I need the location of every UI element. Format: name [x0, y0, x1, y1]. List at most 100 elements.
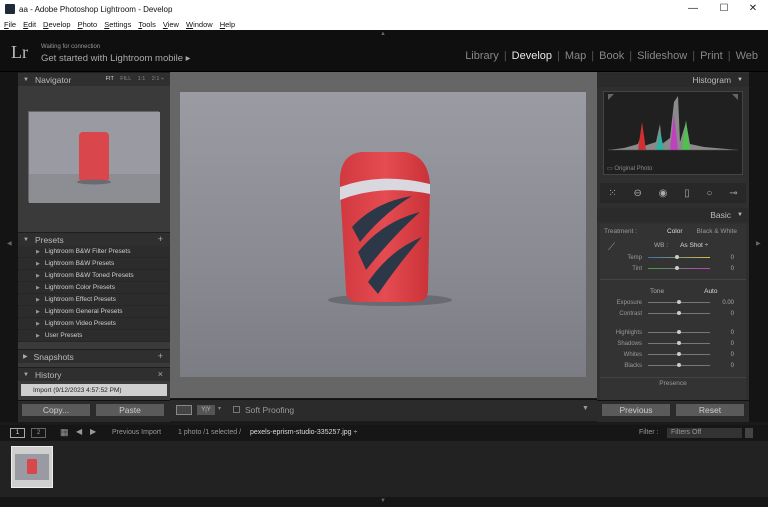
right-panel-collapse-arrow-icon[interactable]: ▶ [756, 240, 761, 247]
lightroom-mobile-link[interactable]: Get started with Lightroom mobile ▸ [41, 53, 190, 64]
filename-label[interactable]: pexels-eprism-studio-335257.jpg ÷ [250, 429, 357, 436]
shadows-slider[interactable]: Shadows 0 [600, 338, 746, 349]
before-after-view-icon[interactable]: Y|Y [197, 405, 215, 415]
exposure-slider[interactable]: Exposure 0.00 [600, 297, 746, 308]
wb-dropdown[interactable]: As Shot ÷ [680, 242, 708, 249]
presets-list: ▶ Lightroom B&W Filter Presets ▶ Lightroom… [18, 246, 170, 342]
preset-folder[interactable]: ▶ User Presets [18, 330, 170, 342]
clear-history-icon[interactable]: × [158, 369, 163, 379]
module-develop[interactable]: Develop [512, 50, 552, 62]
reset-button[interactable]: Reset [675, 403, 745, 417]
primary-window-button[interactable]: 1 [10, 428, 25, 438]
menu-photo[interactable]: Photo [78, 20, 98, 29]
module-picker: Library | Develop | Map | Book | Slideshow | … [465, 50, 758, 62]
filter-lock-icon[interactable] [745, 428, 753, 438]
filmstrip-thumbnail[interactable] [11, 446, 53, 488]
preset-folder[interactable]: ▶ Lightroom Color Presets [18, 282, 170, 294]
module-web[interactable]: Web [736, 50, 758, 62]
adjustment-brush-icon[interactable]: ⊸ [729, 188, 737, 199]
copy-button[interactable]: Copy... [21, 403, 91, 417]
contrast-slider[interactable]: Contrast 0 [600, 308, 746, 319]
graduated-filter-icon[interactable]: ▯ [684, 188, 690, 199]
menu-develop[interactable]: Develop [43, 20, 71, 29]
menu-bar: File Edit Develop Photo Settings Tools V… [0, 18, 768, 30]
blacks-slider[interactable]: Blacks 0 [600, 360, 746, 371]
preset-folder[interactable]: ▶ Lightroom B&W Toned Presets [18, 270, 170, 282]
preset-folder[interactable]: ▶ Lightroom General Presets [18, 306, 170, 318]
histogram-graph [604, 92, 742, 174]
toolbar-menu-chevron-icon[interactable]: ▼ [582, 405, 589, 412]
expand-triangle-icon: ▶ [36, 320, 40, 327]
zoom-2-1[interactable]: 2:1 ÷ [152, 76, 164, 82]
loupe-view-icon[interactable] [176, 405, 192, 415]
preset-folder[interactable]: ▶ Lightroom Video Presets [18, 318, 170, 330]
radial-filter-icon[interactable]: ○ [706, 188, 712, 199]
treatment-color[interactable]: Color [667, 228, 683, 235]
snapshots-header[interactable]: ▶ Snapshots + [18, 349, 170, 363]
auto-tone-button[interactable]: Auto [704, 288, 717, 295]
left-panel-collapse-arrow-icon[interactable]: ◀ [7, 240, 12, 247]
chevron-down-icon[interactable]: ▾ [218, 405, 221, 412]
history-item[interactable]: Import (9/12/2023 4:57:52 PM) [21, 384, 167, 396]
zoom-fill[interactable]: FILL [120, 76, 131, 82]
filmstrip-collapse-arrow-icon[interactable]: ▼ [380, 498, 386, 504]
temp-slider[interactable]: Temp 0 [600, 252, 746, 263]
secondary-window-button[interactable]: 2 [31, 428, 46, 438]
navigator-preview[interactable] [28, 111, 160, 203]
histogram-header[interactable]: Histogram ▼ [597, 73, 749, 87]
crop-icon[interactable]: ⁙ [608, 188, 616, 199]
add-snapshot-icon[interactable]: + [158, 351, 163, 361]
module-library[interactable]: Library [465, 50, 499, 62]
basic-header[interactable]: Basic ▼ [597, 208, 749, 222]
module-book[interactable]: Book [599, 50, 624, 62]
menu-view[interactable]: View [163, 20, 179, 29]
add-preset-icon[interactable]: + [158, 234, 163, 244]
lr-logo: Lr [11, 42, 28, 62]
tint-slider[interactable]: Tint 0 [600, 263, 746, 274]
main-photo[interactable] [180, 92, 586, 377]
expand-triangle-icon: ▶ [23, 354, 28, 360]
spot-removal-icon[interactable]: ⊖ [634, 188, 642, 199]
module-print[interactable]: Print [700, 50, 723, 62]
menu-edit[interactable]: Edit [23, 20, 36, 29]
paste-button[interactable]: Paste [95, 403, 165, 417]
previous-button[interactable]: Previous [601, 403, 671, 417]
menu-settings[interactable]: Settings [104, 20, 131, 29]
forward-arrow-icon[interactable]: ▶ [90, 427, 96, 436]
menu-tools[interactable]: Tools [138, 20, 156, 29]
navigator-header[interactable]: ▼ Navigator FIT FILL 1:1 2:1 ÷ [18, 72, 170, 86]
menu-window[interactable]: Window [186, 20, 213, 29]
treatment-label: Treatment : [604, 227, 637, 235]
grid-view-icon[interactable]: ▦ [60, 427, 69, 438]
back-arrow-icon[interactable]: ◀ [76, 427, 82, 436]
collapse-triangle-icon: ▼ [23, 371, 29, 378]
red-eye-icon[interactable]: ◉ [659, 188, 668, 199]
soft-proofing-label: Soft Proofing [245, 405, 295, 415]
zoom-1-1[interactable]: 1:1 [138, 76, 146, 82]
module-map[interactable]: Map [565, 50, 586, 62]
collapse-triangle-icon: ▼ [23, 76, 29, 83]
soft-proofing-checkbox[interactable] [233, 406, 240, 413]
zoom-fit[interactable]: FIT [106, 76, 114, 82]
treatment-bw[interactable]: Black & White [697, 228, 737, 235]
filter-dropdown[interactable]: Filters Off [667, 428, 742, 438]
expand-triangle-icon: ▶ [36, 248, 40, 255]
close-button[interactable]: ✕ [738, 0, 768, 18]
whites-slider[interactable]: Whites 0 [600, 349, 746, 360]
history-header[interactable]: ▼ History × [18, 367, 170, 381]
expand-triangle-icon: ▶ [36, 332, 40, 339]
module-slideshow[interactable]: Slideshow [637, 50, 687, 62]
histogram[interactable]: ▭ Original Photo [603, 91, 743, 175]
maximize-button[interactable]: ☐ [709, 0, 739, 18]
lightroom-app-icon [5, 4, 15, 14]
filmstrip-source[interactable]: Previous Import [112, 429, 161, 436]
preset-folder[interactable]: ▶ Lightroom B&W Filter Presets [18, 246, 170, 258]
minimize-button[interactable]: — [678, 0, 708, 18]
presets-header[interactable]: ▼ Presets + [18, 232, 170, 246]
highlights-slider[interactable]: Highlights 0 [600, 327, 746, 338]
menu-file[interactable]: File [4, 20, 16, 29]
menu-help[interactable]: Help [220, 20, 235, 29]
preset-folder[interactable]: ▶ Lightroom B&W Presets [18, 258, 170, 270]
top-panel-collapse-arrow-icon[interactable]: ▲ [380, 31, 386, 37]
preset-folder[interactable]: ▶ Lightroom Effect Presets [18, 294, 170, 306]
